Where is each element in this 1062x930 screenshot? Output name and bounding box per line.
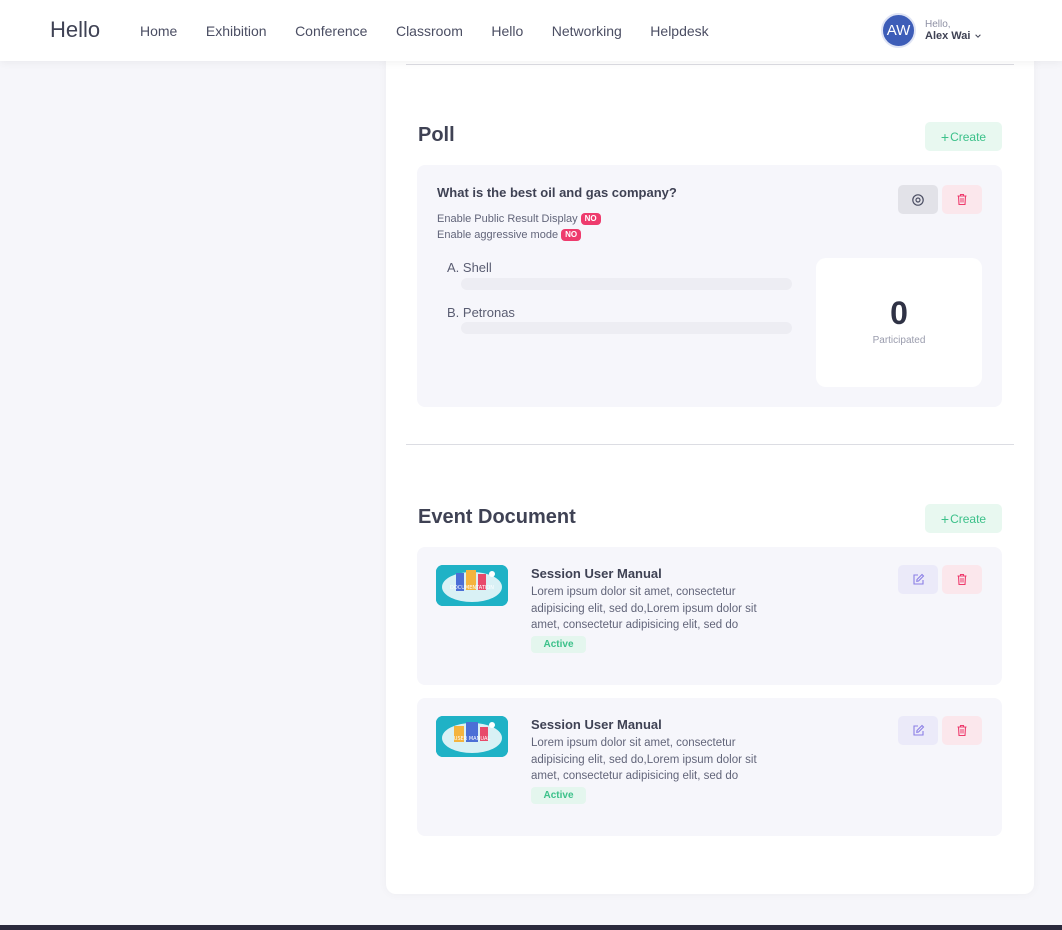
poll-question: What is the best oil and gas company? <box>437 185 677 200</box>
aggressive-mode-badge: NO <box>561 229 582 241</box>
thumbnail-text: USER MANUAL <box>454 736 491 742</box>
create-document-button[interactable]: + Create <box>925 504 1002 533</box>
document-item: DOCUMENTATION Session User Manual Lorem … <box>417 547 1002 685</box>
plus-icon: + <box>940 128 950 145</box>
plus-icon: + <box>940 510 950 527</box>
chevron-down-icon[interactable] <box>974 32 982 40</box>
nav-exhibition[interactable]: Exhibition <box>206 23 267 39</box>
trash-icon <box>957 193 967 206</box>
section-divider <box>406 444 1014 445</box>
poll-answer-label: A. Shell <box>447 260 492 275</box>
aggressive-mode-setting: Enable aggressive mode NO <box>437 229 582 241</box>
document-thumbnail: USER MANUAL <box>436 716 508 757</box>
document-description: Lorem ipsum dolor sit amet, consectetur … <box>531 586 757 632</box>
participated-count: 0 <box>890 295 908 331</box>
document-title: Session User Manual <box>531 566 662 581</box>
nav-networking[interactable]: Networking <box>552 23 622 39</box>
brand-logo[interactable]: Hello <box>50 17 100 43</box>
nav-conference[interactable]: Conference <box>295 23 367 39</box>
nav-hello[interactable]: Hello <box>491 23 523 39</box>
trash-icon <box>957 724 967 737</box>
document-item: USER MANUAL Session User Manual Lorem ip… <box>417 698 1002 836</box>
create-document-label: Create <box>950 511 987 526</box>
main-card: Poll + Create What is the best oil and ga… <box>386 40 1034 894</box>
edit-icon <box>912 573 924 585</box>
status-badge: Active <box>531 787 586 804</box>
view-poll-button[interactable] <box>898 185 938 214</box>
user-info[interactable]: Hello, Alex Wai <box>925 19 982 42</box>
create-poll-button[interactable]: + Create <box>925 122 1002 151</box>
avatar[interactable]: AW <box>881 13 916 48</box>
user-menu[interactable]: AW Hello, Alex Wai <box>881 13 982 48</box>
edit-icon <box>912 724 924 736</box>
delete-poll-button[interactable] <box>942 185 982 214</box>
nav-classroom[interactable]: Classroom <box>396 23 463 39</box>
poll-answer-bar <box>461 278 792 290</box>
delete-document-button[interactable] <box>942 716 982 745</box>
aggressive-mode-label: Enable aggressive mode <box>437 229 559 241</box>
user-name-row[interactable]: Alex Wai <box>925 30 982 42</box>
section-divider <box>406 64 1014 65</box>
thumbnail-text: DOCUMENTATION <box>450 585 494 591</box>
document-description: Lorem ipsum dolor sit amet, consectetur … <box>531 737 757 783</box>
participation-stats: 0 Participated <box>816 258 982 387</box>
edit-document-button[interactable] <box>898 565 938 594</box>
public-result-badge: NO <box>580 213 601 225</box>
edit-document-button[interactable] <box>898 716 938 745</box>
document-section-title: Event Document <box>418 506 576 528</box>
public-result-label: Enable Public Result Display <box>437 213 578 225</box>
document-thumbnail: DOCUMENTATION <box>436 565 508 606</box>
participated-label: Participated <box>872 335 926 346</box>
public-result-setting: Enable Public Result Display NO <box>437 213 601 225</box>
poll-section-title: Poll <box>418 124 455 146</box>
delete-document-button[interactable] <box>942 565 982 594</box>
status-badge: Active <box>531 636 586 653</box>
poll-answer-label: B. Petronas <box>447 305 515 320</box>
nav-home[interactable]: Home <box>140 23 177 39</box>
document-title: Session User Manual <box>531 717 662 732</box>
top-navbar: Hello Home Exhibition Conference Classro… <box>0 0 1062 61</box>
create-poll-label: Create <box>950 129 987 144</box>
trash-icon <box>957 573 967 586</box>
eye-icon <box>912 193 924 206</box>
footer-bar <box>0 925 1062 930</box>
poll-answer-bar <box>461 322 792 334</box>
user-name: Alex Wai <box>925 29 971 42</box>
poll-card: What is the best oil and gas company? En… <box>417 165 1002 407</box>
main-nav: Home Exhibition Conference Classroom Hel… <box>140 0 737 61</box>
user-greeting: Hello, <box>925 18 951 30</box>
nav-helpdesk[interactable]: Helpdesk <box>650 23 708 39</box>
